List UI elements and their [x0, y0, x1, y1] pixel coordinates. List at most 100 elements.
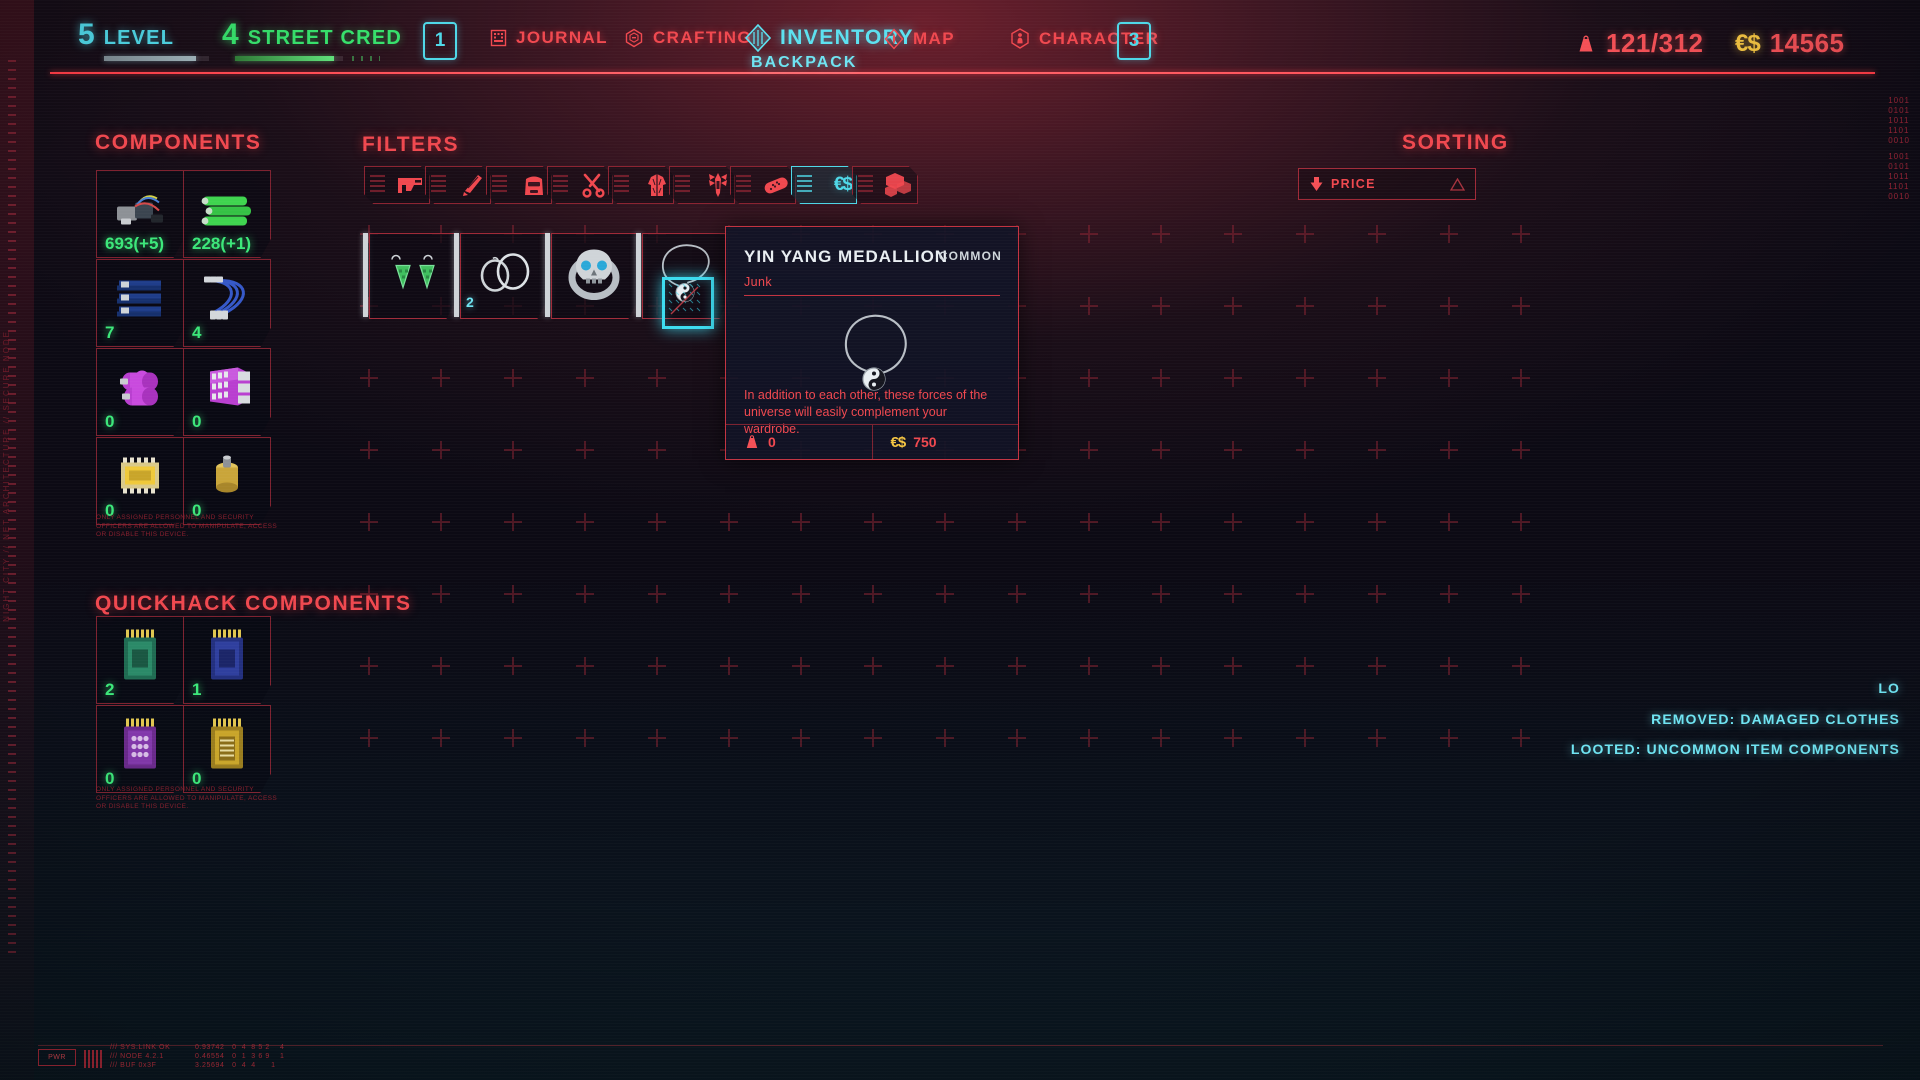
street-cred-progress-bar	[235, 56, 343, 61]
cursor-highlight[interactable]	[662, 277, 714, 329]
weapons-filter[interactable]	[364, 166, 430, 204]
currency-icon: €$	[1735, 29, 1761, 57]
carry-weight-stat: 121/312	[1576, 28, 1703, 59]
legendary-chip-icon	[121, 457, 159, 494]
pistol-icon	[398, 178, 422, 193]
notification-0: LO	[1878, 680, 1900, 696]
blue-quickhack-icon	[201, 623, 253, 690]
gold-quickhack-icon	[201, 712, 253, 779]
component-slot[interactable]: 0	[96, 437, 184, 525]
tooltip-rarity: COMMON	[938, 249, 1002, 263]
crafting-filter[interactable]	[852, 166, 918, 204]
header-divider	[50, 72, 1875, 74]
filter-key-hint	[797, 175, 812, 194]
binary-decor-top: 1001 0101 1011 1101 0010	[1888, 96, 1910, 145]
inventory-slot-skull-ring[interactable]	[551, 233, 637, 319]
grenade-icon	[707, 171, 729, 199]
tooltip-footer: 0 €$ 750	[726, 424, 1018, 459]
earrings-art	[380, 254, 444, 299]
bottom-numbers-decor: 0.93742 0 4 8 5 2 4 0.46554 0 1 3 6 9 1 …	[195, 1044, 285, 1069]
next-tab-key[interactable]: 3	[1117, 22, 1151, 60]
uncommon-components-icon	[197, 184, 257, 237]
component-quantity: 693(+5)	[105, 234, 165, 253]
component-quantity: 2	[105, 680, 115, 699]
melee-filter[interactable]	[425, 166, 491, 204]
pistol-icon	[396, 174, 424, 196]
tooltip-price: €$ 750	[871, 425, 1019, 459]
bottom-bars-decor	[84, 1050, 102, 1068]
purple-quickhack-icon	[114, 712, 166, 779]
component-slot[interactable]: 0	[183, 705, 271, 793]
blue-quickhack-icon	[211, 629, 243, 680]
tab-journal-label: JOURNAL	[516, 28, 608, 47]
item-tooltip: YIN YANG MEDALLION COMMON Junk In additi…	[725, 226, 1019, 460]
junk-filter[interactable]: €$	[791, 166, 857, 204]
crafting-blocks-icon	[885, 173, 911, 197]
item-quantity: 2	[466, 294, 474, 310]
legendary-component-icon	[201, 451, 253, 504]
top-bar: 5 LEVEL 4 STREET CRED 1 JOURNAL CRAFTING	[0, 0, 1920, 84]
filter-key-hint	[736, 175, 751, 194]
component-slot[interactable]: 693(+5)	[96, 170, 184, 258]
pill-icon	[762, 173, 790, 197]
tab-map[interactable]: MAP	[884, 28, 955, 50]
item-rarity-bar	[454, 233, 459, 317]
consumables-filter[interactable]	[730, 166, 796, 204]
components-note: ONLY ASSIGNED PERSONNEL AND SECURITY OFF…	[96, 514, 278, 538]
bottom-chip: PWR	[38, 1049, 76, 1066]
component-slot[interactable]: 1	[183, 616, 271, 704]
street-cred-label: STREET CRED	[247, 27, 403, 49]
component-slot[interactable]: 2	[96, 616, 184, 704]
component-slot[interactable]: 0	[96, 705, 184, 793]
grenade-icon	[709, 173, 727, 197]
prev-tab-key[interactable]: 1	[423, 22, 457, 60]
inventory-slot-earrings[interactable]	[369, 233, 455, 319]
weight-icon	[1579, 35, 1593, 51]
grenade-filter[interactable]	[669, 166, 735, 204]
clothing-filter[interactable]	[608, 166, 674, 204]
filters-title: FILTERS	[362, 133, 460, 156]
tab-crafting[interactable]: CRAFTING	[624, 28, 752, 48]
backpack-icon	[525, 176, 543, 195]
sort-label: PRICE	[1331, 177, 1376, 191]
component-slot[interactable]: 7	[96, 259, 184, 347]
notification-1: REMOVED: DAMAGED CLOTHES	[1651, 711, 1900, 727]
crafting-blocks-icon	[884, 171, 912, 199]
tools-filter[interactable]	[547, 166, 613, 204]
inventory-icon	[745, 24, 771, 52]
component-slot[interactable]: 0	[183, 348, 271, 436]
blade-icon	[463, 175, 482, 196]
component-slot[interactable]: 228(+1)	[183, 170, 271, 258]
notification-2: LOOTED: UNCOMMON ITEM COMPONENTS	[1570, 741, 1900, 757]
jacket-icon	[646, 172, 668, 198]
sort-control[interactable]: PRICE	[1298, 168, 1476, 200]
tooltip-weight-value: 0	[768, 434, 776, 450]
filter-key-hint	[858, 175, 873, 194]
weight-icon	[746, 435, 758, 448]
common-components-icon	[109, 184, 171, 237]
rare-cables-icon	[204, 276, 245, 320]
carry-weight-value: 121/312	[1606, 28, 1704, 58]
tooltip-type: Junk	[744, 275, 773, 289]
epic-components-icon	[120, 370, 158, 406]
component-slot[interactable]: 0	[96, 348, 184, 436]
epic-components-icon	[112, 361, 168, 416]
character-icon	[1011, 28, 1029, 49]
components-title: COMPONENTS	[95, 131, 262, 154]
component-quantity: 7	[105, 323, 115, 342]
bottom-code-decor: /// SYS.LINK OK/// NODE 4.2.1/// BUF 0x3…	[110, 1044, 171, 1069]
component-slot[interactable]: 4	[183, 259, 271, 347]
jacket-icon	[648, 174, 666, 196]
tab-journal[interactable]: JOURNAL	[490, 28, 608, 48]
filter-key-hint	[370, 175, 385, 194]
green-quickhack-icon	[124, 629, 156, 680]
sort-toggle-icon[interactable]	[1450, 178, 1465, 191]
tab-map-label: MAP	[913, 29, 955, 48]
tooltip-price-value: 750	[913, 434, 937, 450]
component-slot[interactable]: 0	[183, 437, 271, 525]
item-rarity-bar	[363, 233, 368, 317]
earrings-icon	[391, 254, 435, 290]
tooltip-weight: 0	[726, 425, 872, 459]
backpack-filter[interactable]	[486, 166, 552, 204]
item-rarity-bar	[545, 233, 550, 317]
